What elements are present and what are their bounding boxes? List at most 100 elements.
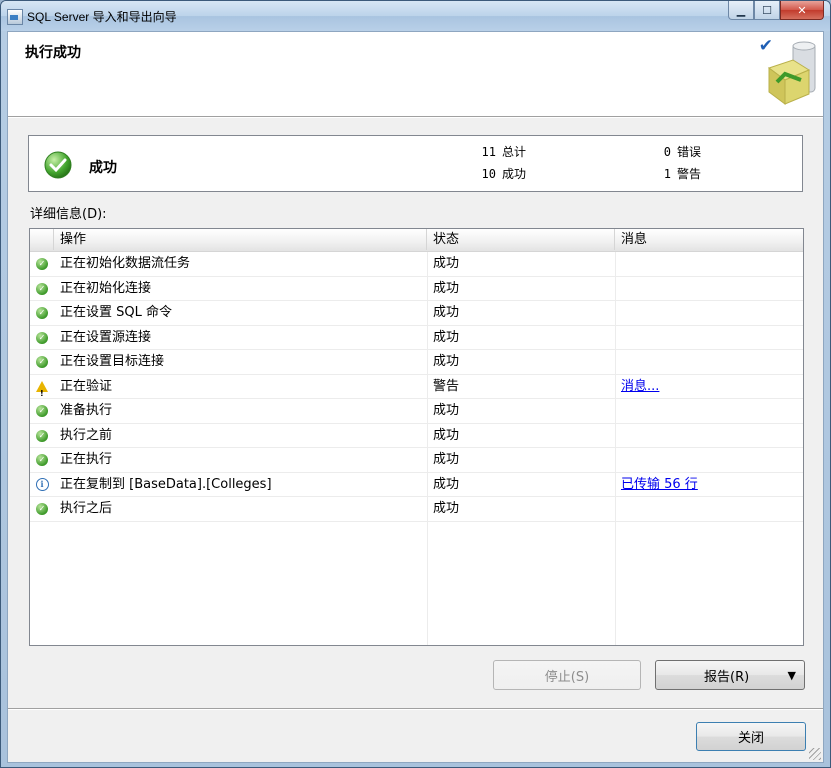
row-status-icon-cell: ✓ xyxy=(34,326,50,350)
row-action: 正在设置 SQL 命令 xyxy=(60,305,172,320)
table-row[interactable]: ✓ 正在执行 成功 xyxy=(30,448,803,473)
header-icon-column[interactable] xyxy=(30,229,54,250)
stop-button[interactable]: 停止(S) xyxy=(493,660,641,690)
row-message-cell xyxy=(621,497,801,521)
success-icon: ✓ xyxy=(36,429,48,442)
table-row[interactable]: ✓ 执行之后 成功 xyxy=(30,497,803,522)
row-status-icon-cell xyxy=(34,375,50,406)
row-action: 执行之后 xyxy=(60,501,113,516)
success-check-icon xyxy=(44,151,72,179)
total-count: 11 xyxy=(481,145,496,159)
row-message-cell xyxy=(621,424,801,448)
row-status-icon-cell: ✓ xyxy=(34,399,50,423)
row-status: 成功 xyxy=(433,256,460,271)
success-icon: ✓ xyxy=(36,258,48,270)
close-window-button[interactable]: ✕ xyxy=(780,1,824,20)
stat-warning: 1 警告 xyxy=(649,165,701,182)
row-action: 正在初始化数据流任务 xyxy=(60,256,191,271)
close-icon: ✕ xyxy=(797,3,807,17)
row-status-icon-cell: ✓ xyxy=(34,277,50,301)
row-message-link[interactable]: 消息... xyxy=(621,379,659,394)
table-row[interactable]: ✓ 正在设置源连接 成功 xyxy=(30,326,803,350)
row-status-icon-cell: ✓ xyxy=(34,301,50,325)
table-row[interactable]: i 正在复制到 [BaseData].[Colleges] 成功 已传输 56 行 xyxy=(30,473,803,497)
row-status-icon-cell: ✓ xyxy=(34,252,50,276)
row-action: 正在设置源连接 xyxy=(60,329,152,345)
header-band: 执行成功 ✔ xyxy=(8,32,823,117)
row-status-icon-cell: ✓ xyxy=(34,424,50,448)
row-message-cell xyxy=(621,301,801,325)
header-status[interactable]: 状态 xyxy=(427,229,615,250)
row-status-icon-cell: ✓ xyxy=(34,448,50,472)
warning-label: 警告 xyxy=(677,167,702,181)
row-message-cell: 已传输 56 行 xyxy=(621,473,801,497)
resize-grip-icon[interactable] xyxy=(809,748,821,760)
row-action: 正在复制到 [BaseData].[Colleges] xyxy=(60,476,272,492)
report-label: 报告(R) xyxy=(704,669,750,685)
table-body: ✓ 正在初始化数据流任务 成功 ✓ 正在初始化连接 成功 ✓ 正在设置 SQL 命令 成功 ✓ 正在… xyxy=(30,252,803,522)
row-status-icon-cell: i xyxy=(34,473,50,497)
table-row[interactable]: 正在验证 警告 消息... xyxy=(30,375,803,406)
summary-status: 成功 xyxy=(89,160,117,176)
row-action: 准备执行 xyxy=(60,403,113,418)
minimize-icon: ▁ xyxy=(736,3,746,17)
row-status: 成功 xyxy=(433,452,460,467)
details-label: 详细信息(D): xyxy=(30,207,107,222)
row-status-icon-cell: ✓ xyxy=(34,350,50,374)
success-icon: ✓ xyxy=(36,331,48,344)
table-row[interactable]: ✓ 正在初始化数据流任务 成功 xyxy=(30,252,803,277)
row-status: 成功 xyxy=(433,427,460,443)
row-message-link[interactable]: 已传输 56 行 xyxy=(621,477,698,492)
row-action: 正在初始化连接 xyxy=(60,280,152,296)
error-label: 错误 xyxy=(677,145,702,159)
stat-total: 11 总计 xyxy=(474,143,526,160)
table-row[interactable]: ✓ 正在初始化连接 成功 xyxy=(30,277,803,301)
header-message[interactable]: 消息 xyxy=(615,229,803,250)
success-icon: ✓ xyxy=(36,356,48,368)
row-status-icon-cell: ✓ xyxy=(34,497,50,521)
success-label: 成功 xyxy=(502,167,527,181)
maximize-icon: ☐ xyxy=(762,3,772,17)
error-count: 0 xyxy=(663,145,671,159)
row-message-cell xyxy=(621,252,801,276)
success-icon: ✓ xyxy=(36,405,48,417)
row-status: 成功 xyxy=(433,354,460,369)
table-header: 操作 状态 消息 xyxy=(30,229,803,252)
dropdown-arrow-icon: ▼ xyxy=(787,669,796,682)
client-area: 执行成功 ✔ 成功 11 总计 10 成功 0 错误 1 警告 详细信息(D):… xyxy=(7,31,824,763)
header-action[interactable]: 操作 xyxy=(54,229,427,250)
table-row[interactable]: ✓ 正在设置目标连接 成功 xyxy=(30,350,803,375)
success-icon: ✓ xyxy=(36,454,48,466)
app-icon xyxy=(7,9,23,25)
table-row[interactable]: ✓ 准备执行 成功 xyxy=(30,399,803,424)
row-action: 执行之前 xyxy=(60,427,113,443)
table-row[interactable]: ✓ 正在设置 SQL 命令 成功 xyxy=(30,301,803,326)
close-button[interactable]: 关闭 xyxy=(696,722,806,751)
page-title: 执行成功 xyxy=(25,45,81,61)
success-icon: ✓ xyxy=(36,307,48,319)
wizard-graphic-icon xyxy=(767,41,816,105)
window-controls: ▁ ☐ ✕ xyxy=(728,1,824,21)
row-action: 正在验证 xyxy=(60,378,113,394)
table-row[interactable]: ✓ 执行之前 成功 xyxy=(30,424,803,448)
row-message-cell: 消息... xyxy=(621,375,801,399)
total-label: 总计 xyxy=(502,145,527,159)
wizard-window: SQL Server 导入和导出向导 ▁ ☐ ✕ 执行成功 ✔ 成功 11 总计… xyxy=(0,0,831,768)
footer-divider-highlight xyxy=(8,709,823,710)
success-icon: ✓ xyxy=(36,503,48,515)
minimize-button[interactable]: ▁ xyxy=(728,1,754,20)
window-title: SQL Server 导入和导出向导 xyxy=(27,10,177,24)
row-action: 正在执行 xyxy=(60,452,113,467)
details-table[interactable]: 操作 状态 消息 ✓ 正在初始化数据流任务 成功 ✓ 正在初始化连接 成功 ✓ 正在设置 SQ… xyxy=(29,228,804,646)
maximize-button[interactable]: ☐ xyxy=(754,1,780,20)
row-status: 成功 xyxy=(433,280,460,296)
row-status: 成功 xyxy=(433,329,460,345)
row-message-cell xyxy=(621,448,801,472)
success-icon: ✓ xyxy=(36,282,48,295)
report-button[interactable]: 报告(R) ▼ xyxy=(655,660,805,690)
row-message-cell xyxy=(621,277,801,301)
row-action: 正在设置目标连接 xyxy=(60,354,165,369)
stat-error: 0 错误 xyxy=(649,143,701,160)
header-divider xyxy=(8,117,823,118)
title-bar[interactable]: SQL Server 导入和导出向导 ▁ ☐ ✕ xyxy=(1,1,830,31)
